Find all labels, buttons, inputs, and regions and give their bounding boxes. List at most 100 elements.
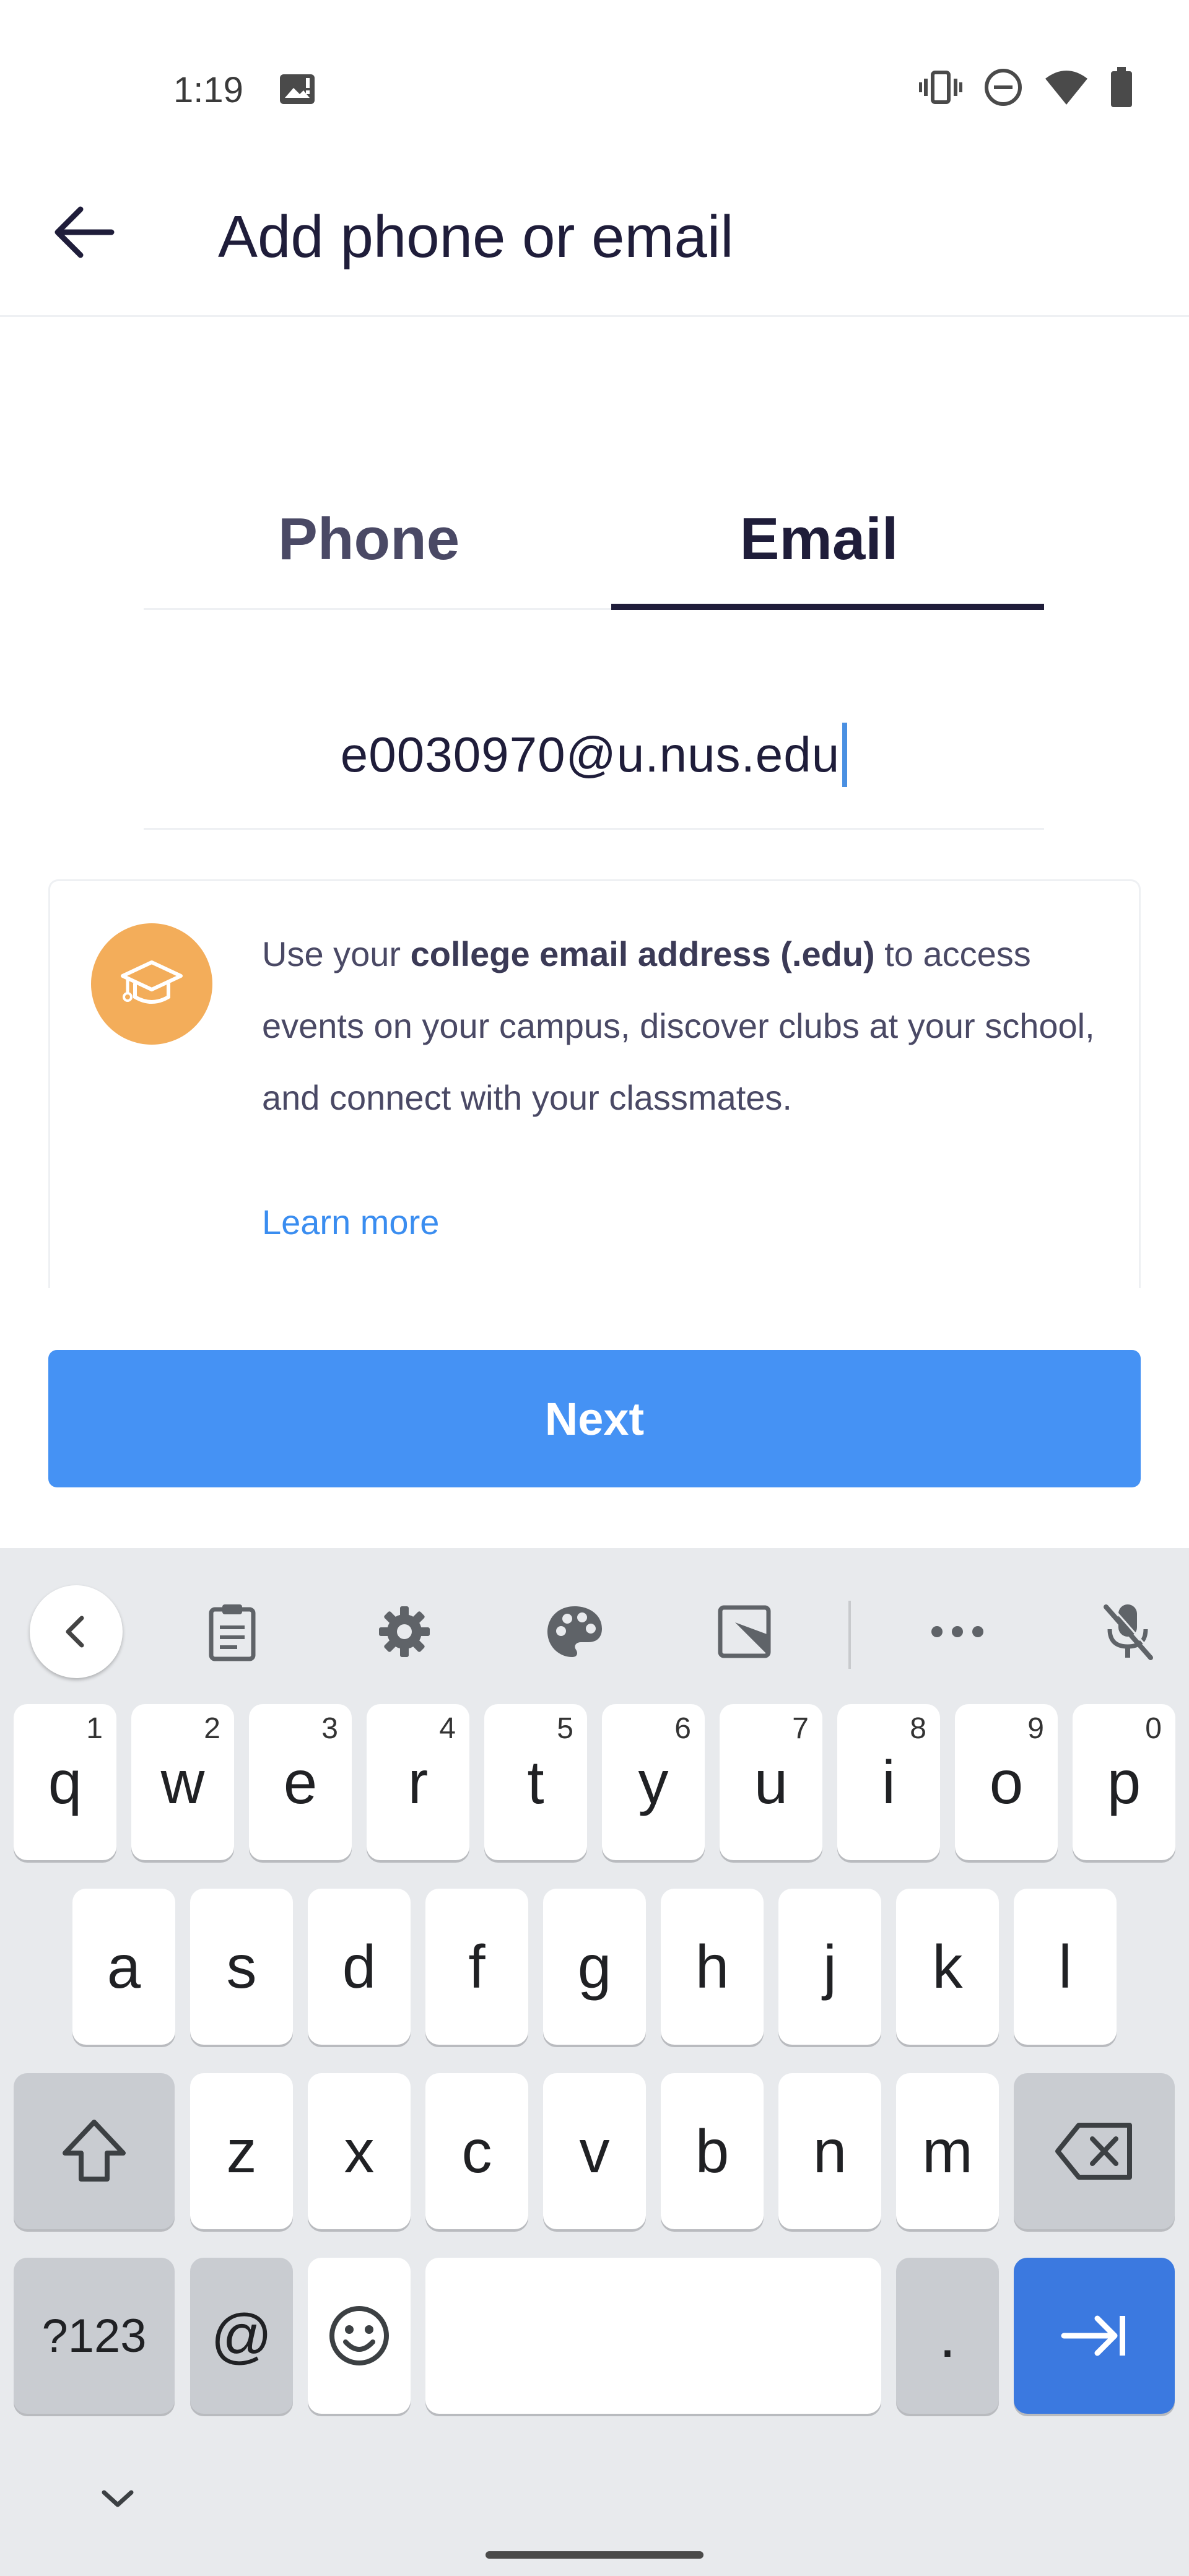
key-hint: 4 [439,1712,456,1745]
backspace-key[interactable] [1014,2073,1175,2229]
key-z[interactable]: z [190,2073,293,2229]
key-x[interactable]: x [308,2073,411,2229]
battery-icon [1110,67,1133,108]
backspace-icon [1055,2123,1132,2180]
contact-type-tabs: Phone Email [144,471,1044,610]
period-key[interactable]: . [896,2258,999,2414]
voice-input-button[interactable] [1081,1585,1174,1678]
key-q[interactable]: q1 [14,1704,116,1860]
one-handed-mode-button[interactable] [698,1585,791,1678]
page-title: Add phone or email [218,204,734,270]
key-h[interactable]: h [661,1889,764,2045]
key-hint: 8 [910,1712,926,1745]
key-a[interactable]: a [72,1889,175,2045]
tab-phone[interactable]: Phone [144,471,594,608]
key-s[interactable]: s [190,1889,293,2045]
key-label: q [48,1747,82,1816]
keyboard-collapse-button[interactable] [30,1585,123,1678]
key-c[interactable]: c [425,2073,528,2229]
home-indicator[interactable] [486,2551,703,2559]
info-text-prefix: Use your [262,934,411,973]
emoji-icon [329,2306,389,2365]
key-r[interactable]: r4 [367,1704,469,1860]
resize-icon [718,1605,771,1658]
info-text-bold: college email address (.edu) [410,934,875,973]
keyboard-settings-button[interactable] [358,1585,451,1678]
more-options-button[interactable] [911,1585,1004,1678]
arrow-left-icon [54,206,115,258]
chevron-down-icon [102,2490,134,2507]
key-d[interactable]: d [308,1889,411,2045]
key-y[interactable]: y6 [602,1704,705,1860]
key-hint: 1 [86,1712,103,1745]
email-input-value: e0030970@u.nus.edu [340,726,840,782]
next-button[interactable]: Next [48,1350,1141,1487]
info-text: Use your college email address (.edu) to… [262,918,1104,1134]
do-not-disturb-icon [983,67,1023,107]
email-input[interactable]: e0030970@u.nus.edu [144,681,1044,830]
palette-icon [547,1606,602,1657]
image-notification-icon [279,73,316,105]
key-hint: 6 [674,1712,691,1745]
tab-email[interactable]: Email [594,471,1044,610]
key-j[interactable]: j [778,1889,881,2045]
key-label: p [1107,1747,1141,1816]
shift-icon [63,2120,126,2182]
key-o[interactable]: o9 [955,1704,1058,1860]
key-e[interactable]: e3 [249,1704,352,1860]
status-bar: 1:19 [0,0,1189,136]
key-n[interactable]: n [778,2073,881,2229]
key-hint: 2 [204,1712,220,1745]
gear-icon [379,1606,430,1657]
symbols-key[interactable]: ?123 [14,2258,175,2414]
graduation-cap-icon [91,923,212,1045]
arrow-right-tab-icon [1061,2315,1125,2356]
text-cursor [842,722,848,787]
toolbar-divider [848,1601,851,1669]
key-g[interactable]: g [543,1889,646,2045]
at-key[interactable]: @ [190,2258,293,2414]
key-u[interactable]: u7 [720,1704,822,1860]
clipboard-icon [209,1604,256,1661]
more-horizontal-icon [931,1626,983,1637]
key-hint: 7 [792,1712,809,1745]
key-label: o [989,1747,1024,1816]
key-label: t [527,1747,544,1816]
keyboard-toolbar [0,1548,1189,1690]
status-time: 1:19 [173,70,243,110]
college-email-info-card: Use your college email address (.edu) to… [48,879,1141,1288]
theme-button[interactable] [528,1585,621,1678]
key-m[interactable]: m [896,2073,999,2229]
key-hint: 3 [321,1712,338,1745]
key-i[interactable]: i8 [837,1704,940,1860]
key-label: r [407,1747,429,1816]
key-label: u [754,1747,788,1816]
shift-key[interactable] [14,2073,175,2229]
hide-keyboard-button[interactable] [93,2480,142,2517]
on-screen-keyboard: q1 w2 e3 r4 t5 y6 u7 i8 o9 p0 a s d f g … [0,1548,1189,2576]
key-w[interactable]: w2 [131,1704,234,1860]
key-f[interactable]: f [425,1889,528,2045]
key-label: e [283,1747,318,1816]
key-v[interactable]: v [543,2073,646,2229]
chevron-left-icon [66,1616,84,1648]
mic-off-icon [1104,1604,1156,1660]
key-hint: 9 [1027,1712,1044,1745]
space-key[interactable] [425,2258,881,2414]
enter-key[interactable] [1014,2258,1175,2414]
app-bar: Add phone or email [0,136,1189,317]
clipboard-button[interactable] [186,1585,279,1678]
key-l[interactable]: l [1014,1889,1117,2045]
back-button[interactable] [37,192,130,272]
key-hint: 0 [1145,1712,1162,1745]
vibrate-icon [919,69,962,106]
key-hint: 5 [557,1712,573,1745]
key-t[interactable]: t5 [484,1704,587,1860]
emoji-key[interactable] [308,2258,411,2414]
key-p[interactable]: p0 [1073,1704,1175,1860]
key-b[interactable]: b [661,2073,764,2229]
key-label: w [160,1747,205,1816]
learn-more-link[interactable]: Learn more [262,1202,439,1242]
key-k[interactable]: k [896,1889,999,2045]
wifi-icon [1044,69,1089,106]
